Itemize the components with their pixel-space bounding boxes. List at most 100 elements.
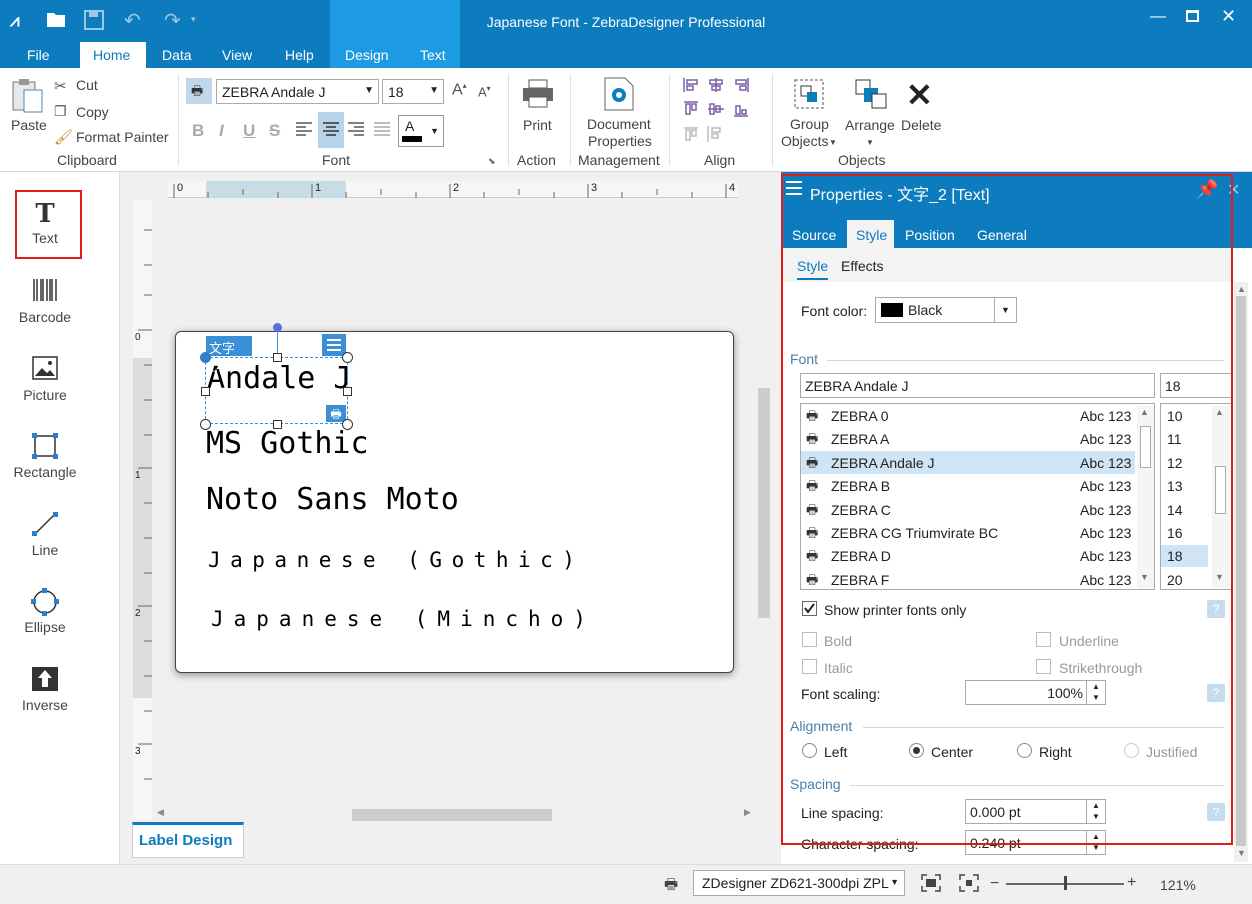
ellipse-tool[interactable]: Ellipse	[0, 587, 90, 635]
justify-icon[interactable]	[374, 122, 390, 139]
label-design-text: Label Design	[139, 832, 233, 849]
tab-text[interactable]: Text	[420, 47, 446, 63]
rectangle-tool[interactable]: Rectangle	[0, 432, 90, 480]
delete-button[interactable]: Delete	[901, 117, 941, 133]
vscroll-thumb[interactable]	[758, 388, 770, 618]
font-dialog-launcher-icon[interactable]: ⬊	[488, 156, 496, 167]
resize-handle-bl[interactable]	[200, 419, 211, 430]
vruler-label-2: 2	[135, 608, 141, 619]
tab-file[interactable]: File	[27, 47, 50, 63]
rectangle-tool-label: Rectangle	[13, 464, 77, 480]
font-family-select[interactable]: ZEBRA Andale J ▼	[216, 79, 379, 104]
printer-name: ZDesigner ZD621-300dpi ZPL	[702, 875, 889, 891]
tab-label-design[interactable]: Label Design	[132, 822, 244, 858]
line-tool[interactable]: Line	[0, 510, 90, 558]
label-text-japanese-gothic[interactable]: Japanese (Gothic)	[208, 548, 584, 572]
font-color-swatch	[402, 136, 422, 142]
maximize-icon[interactable]	[1186, 10, 1199, 22]
group-objects-line1[interactable]: Group	[790, 116, 829, 132]
align-left-icon[interactable]	[296, 122, 312, 139]
ribbon-separator	[669, 74, 670, 166]
horizontal-ruler: 0 1 2 3 4	[168, 181, 738, 198]
canvas-vertical-scrollbar[interactable]	[757, 388, 771, 818]
app-logo-icon: ⩘	[10, 11, 20, 30]
zoom-out-icon[interactable]: −	[990, 875, 999, 893]
picture-tool[interactable]: Picture	[0, 355, 90, 403]
bold-icon[interactable]: B	[192, 121, 204, 141]
quick-access-dropdown-icon[interactable]: ▾	[191, 14, 196, 25]
tab-home[interactable]: Home	[93, 47, 130, 63]
rotate-handle[interactable]	[273, 323, 282, 332]
resize-handle-l[interactable]	[201, 387, 210, 396]
barcode-tool-label: Barcode	[18, 309, 72, 325]
document-properties-line1[interactable]: Document	[587, 116, 651, 132]
zoom-slider-thumb[interactable]	[1064, 876, 1067, 890]
copy-button[interactable]: Copy	[76, 104, 109, 120]
inverse-tool-label: Inverse	[22, 697, 68, 713]
grow-font-icon[interactable]: A▴	[452, 81, 467, 99]
redo-icon[interactable]: ↷	[164, 8, 181, 33]
document-properties-icon[interactable]	[604, 77, 634, 114]
minimize-icon[interactable]: —	[1150, 8, 1166, 26]
fit-width-icon[interactable]	[959, 874, 979, 895]
group-objects-dropdown-icon[interactable]: ▼	[829, 138, 837, 147]
align-right-icon[interactable]	[348, 122, 364, 139]
open-folder-icon[interactable]	[46, 10, 66, 33]
element-menu-icon[interactable]	[322, 334, 346, 356]
shrink-font-icon[interactable]: A▾	[478, 84, 491, 99]
cut-button[interactable]: Cut	[76, 77, 98, 93]
arrange-icon[interactable]	[854, 78, 888, 113]
group-objects-icon[interactable]	[793, 78, 825, 113]
underline-icon[interactable]: U	[243, 121, 255, 141]
delete-x-icon[interactable]: ✕	[906, 76, 933, 114]
resize-handle-tl[interactable]	[200, 352, 211, 363]
label-text-japanese-mincho[interactable]: Japanese (Mincho)	[211, 607, 596, 631]
zoom-in-icon[interactable]: +	[1127, 874, 1136, 892]
tab-help[interactable]: Help	[285, 47, 314, 63]
properties-scrollbar[interactable]: ▲ ▼	[1234, 282, 1248, 862]
tab-design[interactable]: Design	[345, 47, 389, 63]
inverse-tool[interactable]: Inverse	[0, 665, 90, 713]
font-color-button[interactable]: A ▼	[398, 115, 444, 147]
resize-handle-b[interactable]	[273, 420, 282, 429]
print-button[interactable]: Print	[523, 117, 552, 133]
label-text-noto-sans[interactable]: Noto Sans Moto	[206, 482, 459, 517]
hscroll-thumb[interactable]	[352, 809, 552, 821]
fit-page-icon[interactable]	[921, 874, 941, 895]
resize-handle-r[interactable]	[343, 387, 352, 396]
align-center-icon[interactable]	[318, 112, 344, 148]
properties-scroll-thumb[interactable]	[1236, 296, 1246, 846]
arrange-dropdown-icon[interactable]: ▼	[866, 138, 874, 147]
resize-handle-tr[interactable]	[342, 352, 353, 363]
tab-data[interactable]: Data	[162, 47, 192, 63]
format-painter-button[interactable]: Format Painter	[76, 129, 169, 145]
save-icon[interactable]	[84, 10, 104, 35]
barcode-icon	[0, 277, 90, 309]
paste-button[interactable]: Paste	[11, 117, 47, 133]
canvas-horizontal-scrollbar[interactable]: ◀ ▶	[157, 807, 751, 822]
barcode-tool[interactable]: Barcode	[0, 277, 90, 325]
tab-view[interactable]: View	[222, 47, 252, 63]
font-size-select[interactable]: 18 ▼	[382, 79, 444, 104]
ribbon-separator	[772, 74, 773, 166]
align-objects-icons[interactable]	[682, 76, 754, 149]
printer-icon[interactable]	[522, 79, 554, 112]
ribbon-separator	[508, 74, 509, 166]
label-text-ms-gothic[interactable]: MS Gothic	[206, 426, 369, 461]
document-properties-line2[interactable]: Properties	[588, 133, 652, 149]
arrange-button[interactable]: Arrange	[845, 117, 895, 133]
printer-status-icon: 🖶	[664, 876, 679, 893]
resize-handle-br[interactable]	[342, 419, 353, 430]
close-icon[interactable]: ✕	[1221, 6, 1236, 27]
printer-select[interactable]: ZDesigner ZD621-300dpi ZPL ▼	[693, 870, 905, 896]
vruler-label-0: 0	[135, 332, 141, 343]
group-objects-line2[interactable]: Objects	[781, 133, 828, 149]
properties-highlight	[781, 174, 1233, 845]
paste-icon[interactable]	[10, 78, 44, 117]
resize-handle-t[interactable]	[273, 353, 282, 362]
picture-tool-label: Picture	[23, 387, 67, 403]
undo-icon[interactable]: ↶	[124, 8, 141, 33]
zoom-level: 121%	[1160, 877, 1196, 893]
strikethrough-icon[interactable]: S	[269, 121, 280, 141]
italic-icon[interactable]: I	[219, 121, 224, 141]
